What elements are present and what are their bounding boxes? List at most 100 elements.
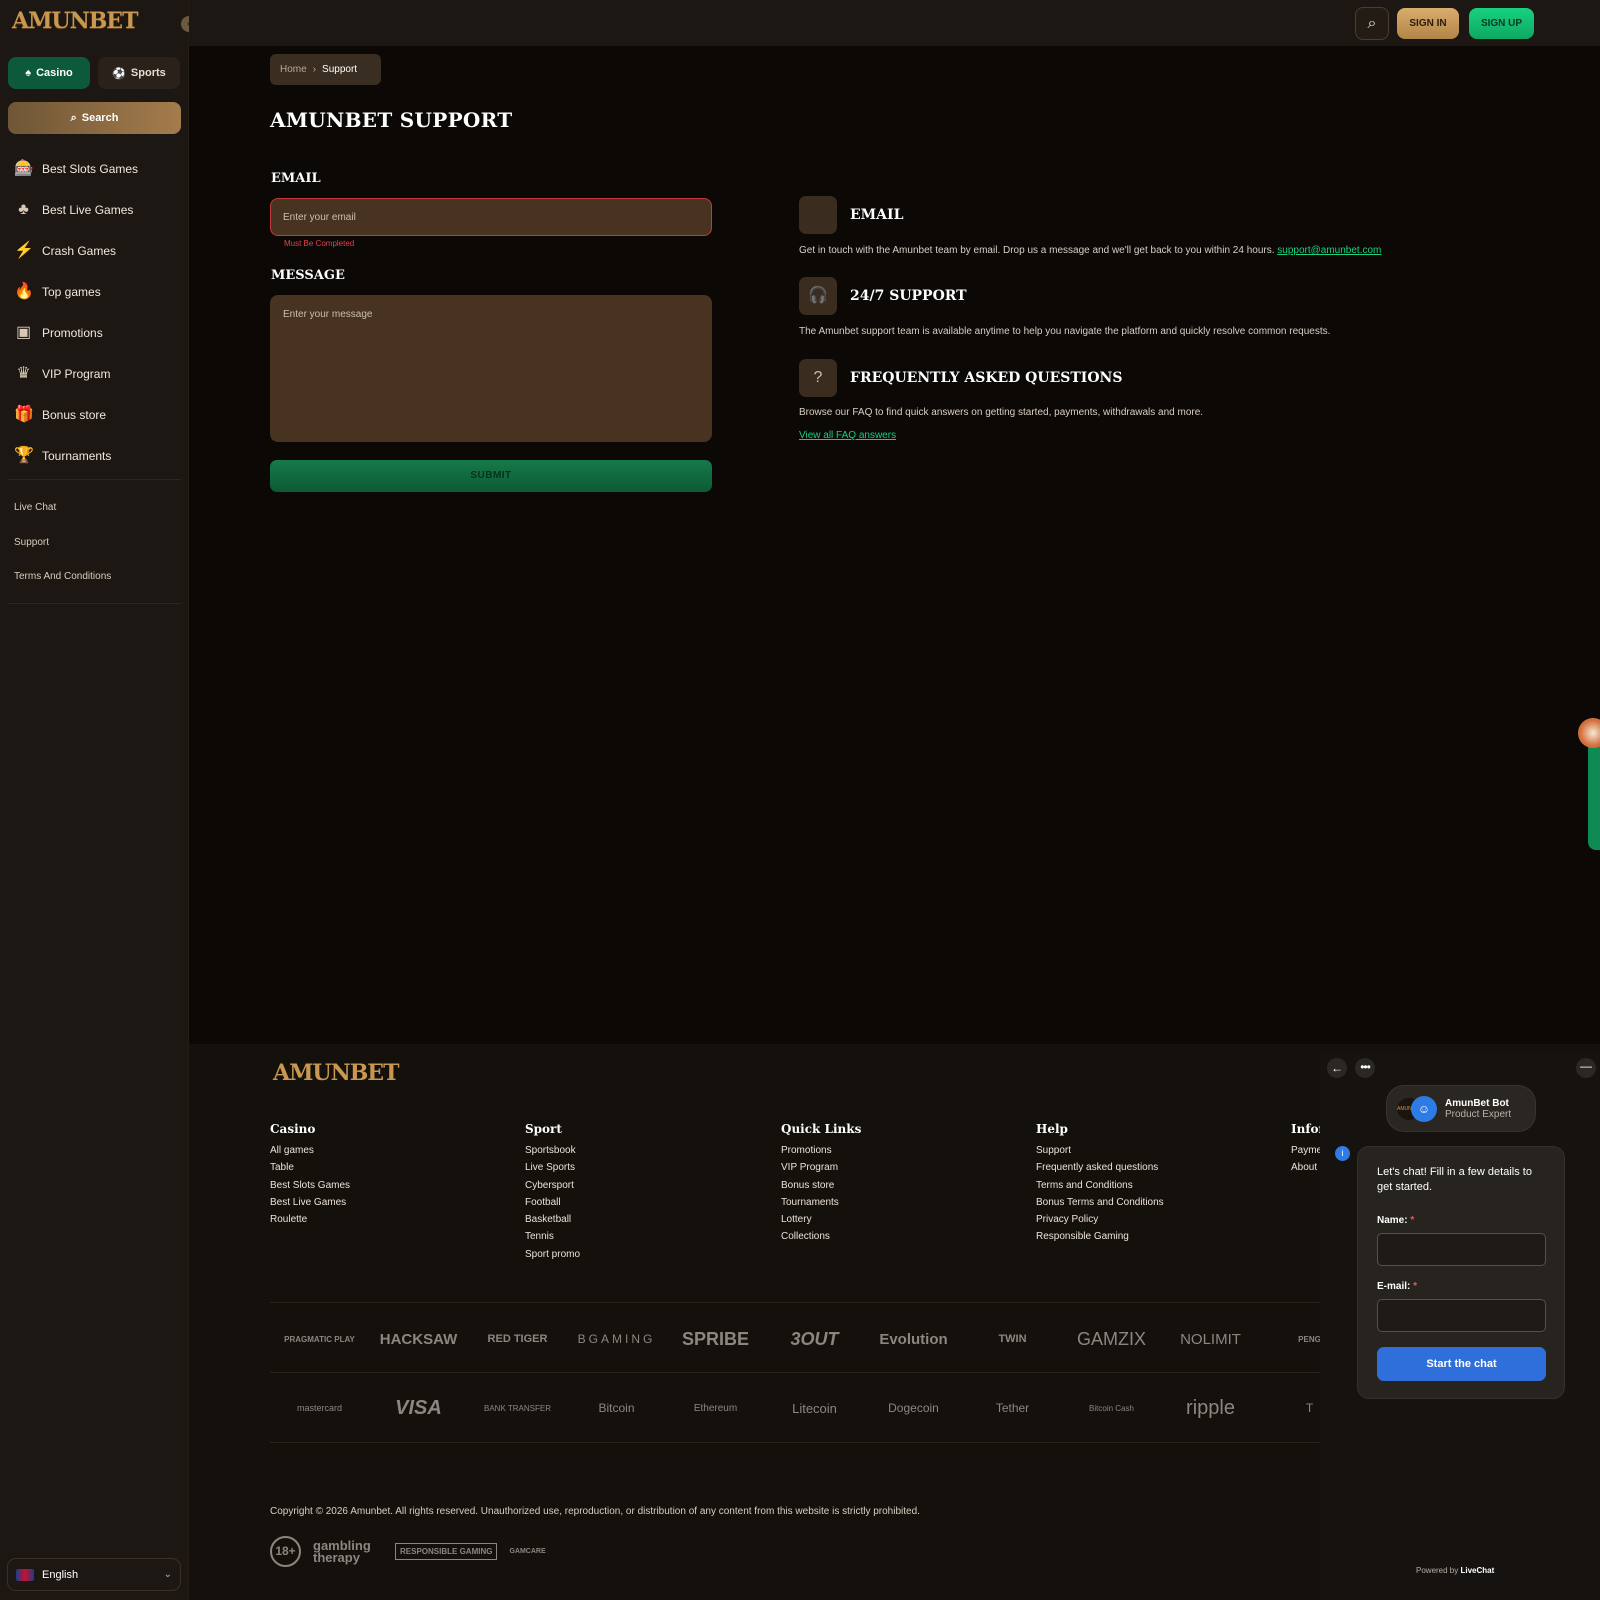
chat-intro: Let's chat! Fill in a few details to get… xyxy=(1377,1166,1532,1193)
user-icon: i xyxy=(1335,1146,1350,1161)
more-options-icon[interactable]: ••• xyxy=(1355,1058,1375,1078)
provider-logo[interactable]: RED TIGER xyxy=(468,1333,567,1345)
footer-link[interactable]: Best Live Games xyxy=(270,1197,500,1214)
support-email-link[interactable]: support@amunbet.com xyxy=(1277,245,1381,256)
sidebar-item-label: VIP Program xyxy=(42,366,111,381)
email-info-body: Get in touch with the Amunbet team by em… xyxy=(799,245,1275,256)
chat-email-field[interactable] xyxy=(1377,1299,1546,1332)
email-field[interactable]: Enter your email xyxy=(270,198,712,236)
sidebar-item-top-games[interactable]: 🔥 Top games xyxy=(14,271,184,312)
footer-col-title: Casino xyxy=(270,1122,316,1136)
payment-logos: mastercard VISA BANK TRANSFER Bitcoin Et… xyxy=(270,1387,1320,1429)
gambling-therapy-badge[interactable]: gambling therapy xyxy=(313,1539,383,1564)
back-arrow-icon[interactable]: ← xyxy=(1327,1058,1347,1078)
sidebar-item-best-live[interactable]: ♣ Best Live Games xyxy=(14,189,184,230)
provider-logo[interactable]: BGAMING xyxy=(567,1332,666,1346)
provider-logo[interactable]: SPRIBE xyxy=(666,1329,765,1350)
payment-logo: T xyxy=(1305,1401,1314,1415)
chat-name-field[interactable] xyxy=(1377,1233,1546,1266)
faq-icon: ? xyxy=(799,359,837,397)
payment-logo: BANK TRANSFER xyxy=(484,1403,551,1413)
bot-icon: ☺ xyxy=(1411,1095,1437,1122)
provider-logo[interactable]: HACKSAW xyxy=(369,1331,468,1348)
footer-link[interactable]: Bonus Terms and Conditions xyxy=(1036,1197,1266,1214)
page-title: AMUNBET SUPPORT xyxy=(270,108,513,132)
sidebar-item-promotions[interactable]: ▣ Promotions xyxy=(14,312,184,353)
footer-link[interactable]: Terms and Conditions xyxy=(1036,1180,1266,1197)
footer-link[interactable]: Collections xyxy=(781,1231,1011,1248)
spade-icon: ♠ xyxy=(25,67,32,79)
sidebar-item-tournaments[interactable]: 🏆 Tournaments xyxy=(14,435,184,476)
footer-link[interactable]: Football xyxy=(525,1197,755,1214)
tab-casino[interactable]: ♠ Casino xyxy=(8,57,90,89)
footer-link[interactable]: Responsible Gaming xyxy=(1036,1231,1266,1248)
footer-link[interactable]: Basketball xyxy=(525,1214,755,1231)
chat-prechat-form: Let's chat! Fill in a few details to get… xyxy=(1357,1146,1565,1399)
sign-in-button[interactable]: SIGN IN xyxy=(1397,8,1459,39)
footer-link[interactable]: Cybersport xyxy=(525,1180,755,1197)
footer-logo[interactable]: AMUNBET xyxy=(273,1060,399,1086)
sign-up-button[interactable]: SIGN UP xyxy=(1469,8,1534,39)
provider-logo[interactable]: PRAGMATIC PLAY xyxy=(270,1335,369,1344)
footer-link[interactable]: Payme xyxy=(1291,1145,1321,1162)
sidebar: AMUNBET ♠ Casino ⚽ Sports ⌕ Search 🎰 Best… xyxy=(0,0,189,1600)
footer-link[interactable]: Privacy Policy xyxy=(1036,1214,1266,1231)
start-chat-button[interactable]: Start the chat xyxy=(1377,1347,1546,1381)
provider-logo[interactable]: 3OUT xyxy=(765,1329,864,1350)
sidebar-item-crash[interactable]: ⚡ Crash Games xyxy=(14,230,184,271)
sidebar-item-label: Top games xyxy=(42,284,101,299)
footer-link[interactable]: Promotions xyxy=(781,1145,1011,1162)
footer-link[interactable]: Best Slots Games xyxy=(270,1180,500,1197)
provider-logo[interactable]: NOLIMIT xyxy=(1161,1331,1260,1348)
spin-wheel-icon[interactable] xyxy=(1578,718,1600,748)
footer-link[interactable]: Bonus store xyxy=(781,1180,1011,1197)
sidebar-item-vip[interactable]: ♛ VIP Program xyxy=(14,353,184,394)
provider-logo[interactable]: GAMZIX xyxy=(1062,1329,1161,1350)
search-icon: ⌕ xyxy=(1367,15,1377,32)
minimize-icon[interactable]: — xyxy=(1576,1058,1596,1078)
footer-link[interactable]: All games xyxy=(270,1145,500,1162)
footer-link[interactable]: VIP Program xyxy=(781,1162,1011,1179)
sidebar-item-bonus-store[interactable]: 🎁 Bonus store xyxy=(14,394,184,435)
message-field[interactable]: Enter your message xyxy=(270,295,712,442)
footer-link[interactable]: Tennis xyxy=(525,1231,755,1248)
tab-sports-label: Sports xyxy=(130,67,166,79)
breadcrumb: Home › Support xyxy=(270,54,381,85)
language-select[interactable]: English ⌄ xyxy=(7,1558,181,1591)
footer-link[interactable]: Roulette xyxy=(270,1214,500,1231)
provider-logo[interactable]: Evolution xyxy=(864,1331,963,1348)
footer-link[interactable]: About xyxy=(1291,1162,1321,1179)
email-info-title: EMAIL xyxy=(850,207,904,223)
header-search-button[interactable]: ⌕ xyxy=(1355,7,1389,40)
responsible-gaming-badge[interactable]: RESPONSIBLE GAMING xyxy=(395,1543,498,1560)
footer-link[interactable]: Sportsbook xyxy=(525,1145,755,1162)
footer-link[interactable]: Sport promo xyxy=(525,1249,755,1266)
tab-sports[interactable]: ⚽ Sports xyxy=(98,57,180,89)
sidebar-link-live-chat[interactable]: Live Chat xyxy=(14,502,56,513)
faq-link[interactable]: View all FAQ answers xyxy=(799,430,896,441)
breadcrumb-home[interactable]: Home xyxy=(280,64,307,75)
footer-link[interactable]: Frequently asked questions xyxy=(1036,1162,1266,1179)
main-content xyxy=(189,46,1600,1044)
name-label-text: Name: xyxy=(1377,1215,1408,1226)
payment-logo: Bitcoin xyxy=(598,1401,635,1415)
footer-link[interactable]: Support xyxy=(1036,1145,1266,1162)
sidebar-link-support[interactable]: Support xyxy=(14,537,49,548)
footer-link[interactable]: Lottery xyxy=(781,1214,1011,1231)
footer-link[interactable]: Tournaments xyxy=(781,1197,1011,1214)
gamcare-badge[interactable]: GAMCARE xyxy=(509,1548,545,1555)
livechat-brand[interactable]: LiveChat xyxy=(1460,1566,1494,1575)
email-info-text: Get in touch with the Amunbet team by em… xyxy=(799,245,1381,256)
footer-link[interactable]: Live Sports xyxy=(525,1162,755,1179)
search-button[interactable]: ⌕ Search xyxy=(8,102,181,134)
sidebar-item-best-slots[interactable]: 🎰 Best Slots Games xyxy=(14,148,184,189)
payment-logo: Ethereum xyxy=(693,1402,738,1414)
footer-link[interactable]: Table xyxy=(270,1162,500,1179)
submit-button[interactable]: SUBMIT xyxy=(270,460,712,492)
provider-logo[interactable]: TWIN xyxy=(963,1333,1062,1345)
brand-logo[interactable]: AMUNBET xyxy=(12,8,138,38)
email-error: Must Be Completed xyxy=(284,239,355,248)
payment-logo: Tether xyxy=(995,1401,1030,1415)
provider-logo[interactable]: PENG xyxy=(1260,1335,1320,1344)
sidebar-link-terms[interactable]: Terms And Conditions xyxy=(14,571,111,582)
